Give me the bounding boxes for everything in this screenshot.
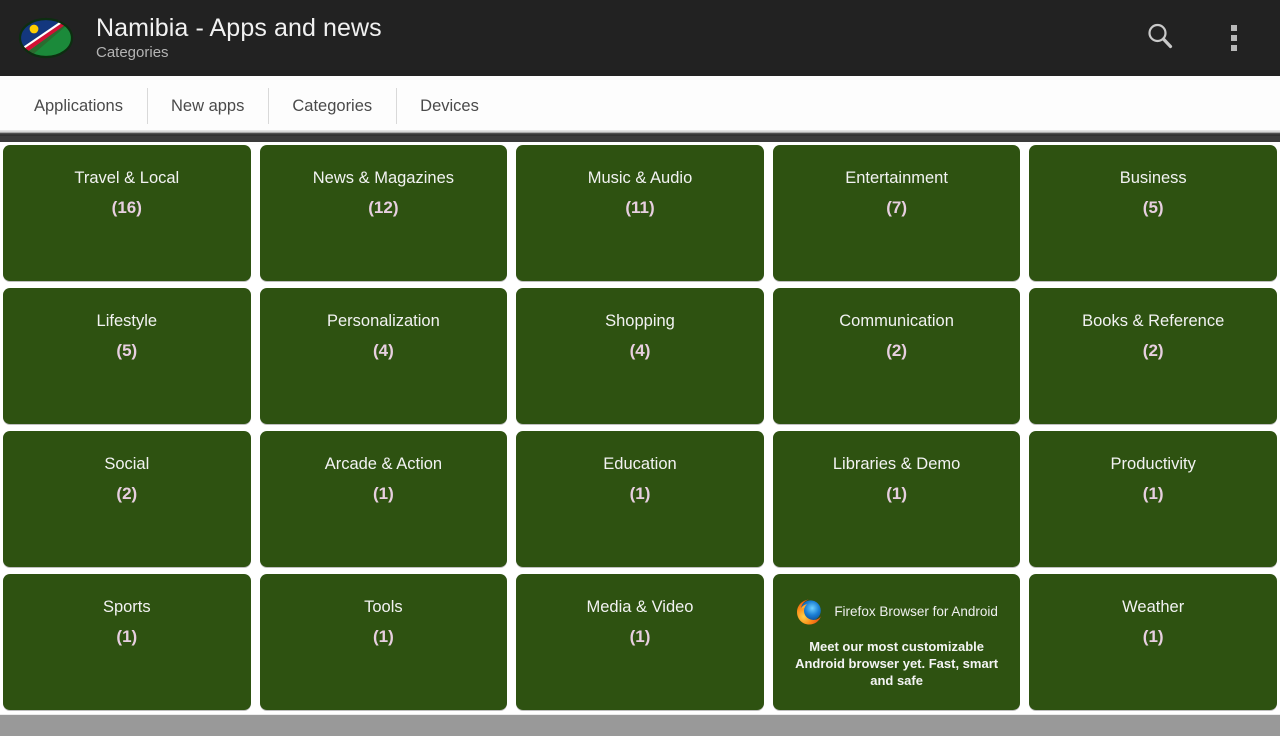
bottom-scroll-bar[interactable] (0, 714, 1280, 736)
category-card-travel-local[interactable]: Travel & Local (16) (3, 145, 251, 281)
category-count: (2) (116, 484, 138, 503)
category-card-shopping[interactable]: Shopping (4) (516, 288, 764, 424)
category-card-education[interactable]: Education (1) (516, 431, 764, 567)
category-count: (12) (368, 198, 399, 217)
category-name: Sports (102, 598, 151, 616)
category-count: (1) (629, 484, 651, 503)
category-card-tools[interactable]: Tools (1) (259, 574, 508, 710)
ad-header: Firefox Browser for Android (795, 598, 998, 626)
category-count: (1) (1142, 484, 1164, 503)
tab-label: New apps (170, 96, 245, 115)
category-name: Arcade & Action (324, 455, 443, 473)
category-name: Lifestyle (96, 312, 158, 330)
tab-new-apps[interactable]: New apps (146, 86, 268, 126)
category-card-media-video[interactable]: Media & Video (1) (516, 574, 764, 710)
category-card-communication[interactable]: Communication (2) (772, 288, 1021, 424)
category-card-arcade-action[interactable]: Arcade & Action (1) (259, 431, 508, 567)
category-count: (2) (886, 341, 907, 360)
category-name: Weather (1122, 598, 1185, 616)
category-name: Tools (364, 598, 403, 616)
category-card-news-magazines[interactable]: News & Magazines (12) (259, 145, 508, 281)
category-card-libraries-demo[interactable]: Libraries & Demo (1) (772, 431, 1021, 567)
category-count: (7) (886, 198, 907, 217)
firefox-logo-icon (795, 598, 823, 626)
category-name: Education (603, 455, 677, 473)
category-name: Media & Video (586, 598, 694, 616)
category-name: Business (1119, 169, 1187, 187)
category-count: (5) (116, 341, 138, 360)
category-name: Travel & Local (74, 169, 180, 187)
category-count: (4) (373, 341, 394, 360)
category-count: (11) (625, 198, 655, 217)
tab-categories[interactable]: Categories (268, 86, 396, 126)
namibia-flag-oval-icon (18, 16, 74, 60)
overflow-menu-button[interactable] (1196, 0, 1272, 76)
category-count: (5) (1142, 198, 1164, 217)
category-card-lifestyle[interactable]: Lifestyle (5) (3, 288, 251, 424)
bottom-bar-divider (0, 714, 1280, 715)
overflow-menu-icon (1231, 25, 1237, 51)
category-card-entertainment[interactable]: Entertainment (7) (772, 145, 1021, 281)
category-card-weather[interactable]: Weather (1) (1029, 574, 1277, 710)
tab-bar: Applications New apps Categories Devices (0, 76, 1280, 136)
category-card-productivity[interactable]: Productivity (1) (1029, 431, 1277, 567)
category-name: Shopping (605, 312, 675, 330)
category-count: (1) (629, 627, 651, 646)
category-card-personalization[interactable]: Personalization (4) (259, 288, 508, 424)
category-card-books-reference[interactable]: Books & Reference (2) (1029, 288, 1277, 424)
app-header: Namibia - Apps and news Categories (0, 0, 1280, 76)
tab-label: Devices (420, 96, 479, 115)
category-name: Libraries & Demo (832, 455, 961, 473)
category-name: Books & Reference (1082, 312, 1225, 330)
category-card-sports[interactable]: Sports (1) (3, 574, 251, 710)
category-name: Social (104, 455, 150, 473)
header-title-block: Namibia - Apps and news Categories (96, 13, 382, 63)
category-card-business[interactable]: Business (5) (1029, 145, 1277, 281)
header-actions (1124, 0, 1280, 76)
ad-description: Meet our most customizable Android brows… (795, 639, 999, 688)
tab-devices[interactable]: Devices (396, 86, 503, 126)
category-card-music-audio[interactable]: Music & Audio (11) (516, 145, 764, 281)
tab-label: Categories (292, 96, 373, 115)
category-name: Productivity (1110, 455, 1196, 473)
category-count: (1) (116, 627, 138, 646)
category-count: (1) (1142, 627, 1164, 646)
ad-title: Firefox Browser for Android (834, 604, 998, 619)
category-count: (4) (629, 341, 651, 360)
category-card-social[interactable]: Social (2) (3, 431, 251, 567)
category-count: (1) (886, 484, 907, 503)
category-count: (1) (373, 484, 394, 503)
tab-label: Applications (34, 96, 123, 115)
category-name: News & Magazines (312, 169, 454, 187)
category-name: Communication (839, 312, 954, 330)
category-count: (1) (373, 627, 394, 646)
advertisement-card-firefox[interactable]: Firefox Browser for Android Meet our mos… (772, 574, 1021, 710)
category-name: Personalization (326, 312, 440, 330)
search-button[interactable] (1124, 0, 1196, 76)
category-count: (16) (111, 198, 142, 217)
tab-applications[interactable]: Applications (10, 86, 147, 126)
category-grid: Travel & Local (16) News & Magazines (12… (0, 142, 1280, 714)
search-icon (1143, 19, 1177, 58)
category-name: Music & Audio (587, 169, 693, 187)
page-title: Namibia - Apps and news (96, 14, 382, 42)
page-subtitle: Categories (96, 44, 169, 61)
category-count: (2) (1142, 341, 1164, 360)
category-name: Entertainment (845, 169, 948, 187)
